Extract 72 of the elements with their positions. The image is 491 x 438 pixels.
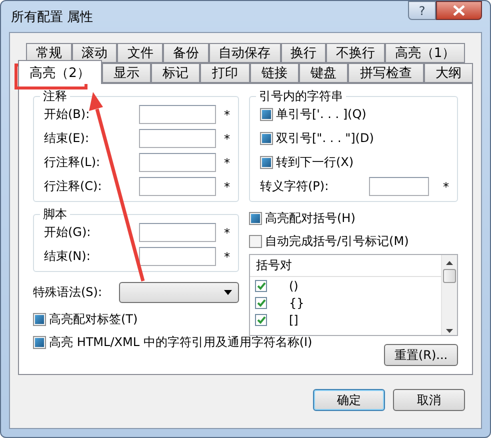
checkbox[interactable] (255, 280, 267, 292)
tab[interactable]: 换行 (280, 43, 326, 63)
field-label: 开始(G): (44, 224, 92, 241)
checkbox[interactable] (249, 235, 262, 248)
input-field[interactable] (369, 177, 429, 196)
checkbox[interactable] (260, 108, 273, 121)
required-mark: * (223, 180, 230, 194)
tab[interactable]: 键盘 (299, 63, 348, 83)
tab[interactable]: 打印 (200, 63, 250, 83)
input-field[interactable] (139, 153, 216, 172)
scroll-down-icon[interactable] (446, 327, 453, 335)
dropdown[interactable] (119, 282, 239, 303)
reset-button[interactable]: 重置(R)... (384, 344, 458, 366)
help-button[interactable]: ? (408, 1, 436, 20)
checkbox[interactable] (33, 313, 46, 326)
checkbox-label: 单引号['. . . ](Q) (276, 106, 366, 123)
field-label: 结束(E): (44, 130, 90, 147)
caret-icon (224, 290, 232, 295)
checkbox[interactable] (33, 336, 46, 349)
tab[interactable]: 链接 (250, 63, 299, 83)
checkbox[interactable] (249, 212, 262, 225)
close-icon (453, 5, 465, 16)
tab[interactable]: 自动保存 (208, 43, 281, 63)
field-label: 转义字符(P): (260, 178, 330, 195)
checkbox[interactable] (260, 132, 273, 145)
list-item[interactable]: {} (289, 296, 304, 310)
group-title: 脚本 (42, 206, 68, 223)
checkbox-label: 双引号[". . . "](D) (276, 130, 374, 147)
scroll-up-icon[interactable] (446, 259, 453, 267)
input-field[interactable] (139, 177, 216, 196)
tab[interactable]: 备份 (163, 43, 209, 63)
required-mark: * (223, 156, 230, 170)
field-label: 结束(N): (44, 248, 92, 265)
tab[interactable]: 标记 (150, 63, 200, 83)
field-label: 开始(B): (44, 106, 91, 123)
required-mark: * (223, 226, 230, 240)
field-label: 特殊语法(S): (33, 284, 104, 301)
dialog-button[interactable]: 确定 (313, 389, 385, 411)
tab[interactable]: 显示 (102, 63, 151, 83)
checkbox-label: 高亮配对标签(T) (49, 311, 138, 328)
checkbox-label: 高亮配对括号(H) (265, 210, 356, 227)
input-field[interactable] (139, 105, 216, 124)
tab[interactable]: 文件 (117, 43, 164, 63)
checkbox-label: 高亮 HTML/XML 中的字符引用及通用字符名称(I) (49, 334, 312, 351)
checkbox[interactable] (260, 156, 273, 169)
checkbox[interactable] (255, 296, 267, 308)
required-mark: * (442, 180, 449, 194)
list-item[interactable]: () (289, 278, 298, 292)
group-title: 引号内的字符串 (258, 88, 344, 105)
checkbox[interactable] (255, 314, 267, 326)
tab[interactable]: 拼写检查 (348, 63, 424, 83)
tab[interactable]: 高亮（1） (385, 43, 466, 63)
tab[interactable]: 高亮（2） (18, 60, 102, 84)
scrollbar[interactable] (441, 255, 457, 335)
required-mark: * (223, 108, 230, 122)
close-button[interactable] (436, 1, 482, 20)
window-title: 所有配置 属性 (10, 8, 94, 26)
field-label: 行注释(C): (44, 178, 103, 195)
tab[interactable]: 不换行 (326, 43, 386, 63)
list-item[interactable]: [] (289, 312, 298, 326)
required-mark: * (223, 132, 230, 146)
required-mark: * (223, 250, 230, 264)
input-field[interactable] (139, 223, 216, 242)
field-label: 行注释(L): (44, 154, 102, 171)
input-field[interactable] (139, 247, 216, 266)
tab[interactable]: 大纲 (424, 63, 474, 83)
group-title: 注释 (42, 88, 68, 105)
input-field[interactable] (139, 129, 216, 148)
checkbox-label: 转到下一行(X) (276, 154, 354, 171)
dialog-button[interactable]: 取消 (393, 389, 465, 411)
scroll-thumb[interactable] (443, 269, 456, 283)
checkbox-label: 自动完成括号/引号标记(M) (265, 233, 409, 250)
